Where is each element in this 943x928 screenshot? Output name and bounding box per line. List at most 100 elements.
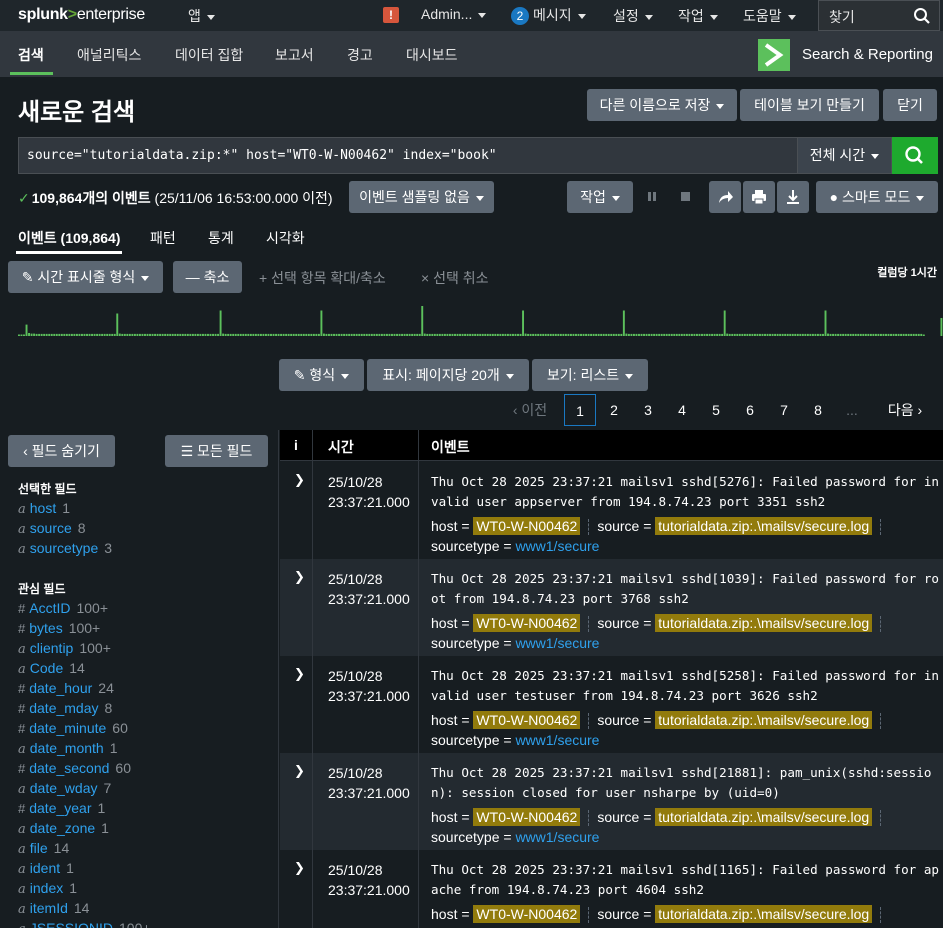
timeline-bar[interactable] <box>154 333 157 336</box>
zoom-to-selection-button[interactable]: + 선택 항목 확대/축소 <box>259 268 386 288</box>
timeline-bar[interactable] <box>660 333 663 336</box>
timeline-bar[interactable] <box>164 333 167 336</box>
timeline-bar[interactable] <box>577 333 580 336</box>
timeline-bar[interactable] <box>592 333 595 336</box>
field-name[interactable]: date_minute <box>29 720 106 736</box>
next-page-button[interactable]: 다음 › <box>880 394 930 426</box>
settings-menu[interactable]: 설정 <box>613 6 653 26</box>
timeline-bar[interactable] <box>391 333 393 336</box>
timeline-bar[interactable] <box>418 333 421 336</box>
nav-reports[interactable]: 보고서 <box>275 45 314 65</box>
timeline-bar[interactable] <box>519 333 522 336</box>
timeline-bar[interactable] <box>136 333 139 336</box>
timeline-bar[interactable] <box>75 333 78 336</box>
timeline-bar[interactable] <box>673 333 676 336</box>
timeline-bar[interactable] <box>305 333 308 336</box>
timeline-bar[interactable] <box>764 333 766 336</box>
timeline-bar[interactable] <box>295 333 298 336</box>
timeline-bar[interactable] <box>885 333 887 336</box>
field-name[interactable]: date_year <box>29 800 91 816</box>
timeline-bar[interactable] <box>257 333 260 336</box>
timeline-bar[interactable] <box>529 333 532 336</box>
timeline-bar[interactable] <box>726 333 729 336</box>
timeline-bar[interactable] <box>224 333 227 336</box>
per-page-dropdown[interactable]: 표시: 페이지당 20개 <box>367 359 529 391</box>
admin-menu[interactable]: Admin... <box>421 6 486 22</box>
timeline-bar[interactable] <box>174 333 177 336</box>
timeline-bar[interactable] <box>78 333 81 336</box>
field-item[interactable]: a date_zone 1 <box>18 820 109 837</box>
timeline-bar[interactable] <box>832 333 835 336</box>
timeline-bar[interactable] <box>580 333 582 336</box>
timeline-bar[interactable] <box>184 333 187 336</box>
timeline-bar[interactable] <box>746 333 749 336</box>
timeline-bar[interactable] <box>824 310 827 337</box>
timeline-bar[interactable] <box>683 333 686 336</box>
timeline-bar[interactable] <box>474 333 477 336</box>
source-value[interactable]: tutorialdata.zip:.\mailsv/secure.log <box>655 905 873 923</box>
timeline-bar[interactable] <box>509 333 512 336</box>
tab-visualization[interactable]: 시각화 <box>266 228 305 248</box>
timeline-bar[interactable] <box>527 333 530 336</box>
page-8[interactable]: 8 <box>802 394 834 426</box>
timeline-bar[interactable] <box>358 333 361 336</box>
timeline-bar[interactable] <box>217 333 220 336</box>
timeline-bar[interactable] <box>827 333 829 336</box>
timeline-bar[interactable] <box>517 333 519 336</box>
timeline-bar[interactable] <box>590 333 593 336</box>
timeline-bar[interactable] <box>280 333 283 336</box>
timeline-bar[interactable] <box>207 333 209 336</box>
timeline-bar[interactable] <box>194 333 197 336</box>
timeline-bar[interactable] <box>741 333 744 336</box>
timeline-bar[interactable] <box>640 333 643 336</box>
timeline-bar[interactable] <box>915 333 918 336</box>
timeline-bar[interactable] <box>292 333 295 336</box>
timeline-bar[interactable] <box>48 333 51 336</box>
timeline-bar[interactable] <box>869 333 872 336</box>
all-fields-button[interactable]: ☰ 모든 필드 <box>165 435 268 467</box>
timeline-bar[interactable] <box>229 333 232 336</box>
timeline-bar[interactable] <box>297 333 300 336</box>
field-item[interactable]: a JSESSIONID 100+ <box>18 920 151 928</box>
timeline-bar[interactable] <box>532 333 535 336</box>
timeline-bar[interactable] <box>587 333 590 336</box>
nav-alerts[interactable]: 경고 <box>347 45 373 65</box>
timeline-bar[interactable] <box>537 333 540 336</box>
timeline-bar[interactable] <box>600 333 603 336</box>
timeline-bar[interactable] <box>539 333 542 336</box>
field-item[interactable]: a sourcetype 3 <box>18 540 112 557</box>
timeline-bar[interactable] <box>698 333 701 336</box>
activity-menu[interactable]: 작업 <box>678 6 718 26</box>
timeline-bar[interactable] <box>615 333 618 336</box>
timeline-bar[interactable] <box>232 333 235 336</box>
timeline-bar[interactable] <box>149 333 151 336</box>
zoom-out-button[interactable]: — 축소 <box>173 261 242 293</box>
timeline-bar[interactable] <box>461 333 464 336</box>
timeline-bar[interactable] <box>151 333 154 336</box>
timeline-bar[interactable] <box>822 333 824 336</box>
timeline-bar[interactable] <box>300 333 303 336</box>
prev-page-button[interactable]: ‹ 이전 <box>508 394 552 426</box>
timeline-bar[interactable] <box>408 333 411 336</box>
field-item[interactable]: a file 14 <box>18 840 69 857</box>
timeline-bar[interactable] <box>416 333 419 336</box>
timeline-bar[interactable] <box>83 333 86 336</box>
timeline-bar[interactable] <box>786 333 789 336</box>
timeline-bar[interactable] <box>680 333 683 336</box>
timeline-bar[interactable] <box>86 333 88 336</box>
timeline-bar[interactable] <box>834 333 837 336</box>
timeline-bar[interactable] <box>438 333 441 336</box>
print-button[interactable] <box>743 181 775 213</box>
timeline-bar[interactable] <box>496 333 499 336</box>
search-mode-dropdown[interactable]: ● 스마트 모드 <box>816 181 938 213</box>
view-dropdown[interactable]: 보기: 리스트 <box>532 359 648 391</box>
page-1[interactable]: 1 <box>564 394 596 426</box>
timeline-bar[interactable] <box>317 333 320 336</box>
timeline-bar[interactable] <box>312 333 315 336</box>
timeline-bar[interactable] <box>736 333 739 336</box>
timeline-bar[interactable] <box>597 333 600 336</box>
timeline-bar[interactable] <box>552 333 555 336</box>
timeline-bar[interactable] <box>766 333 769 336</box>
timeline-bar[interactable] <box>53 333 56 336</box>
timeline-bar[interactable] <box>328 333 330 336</box>
